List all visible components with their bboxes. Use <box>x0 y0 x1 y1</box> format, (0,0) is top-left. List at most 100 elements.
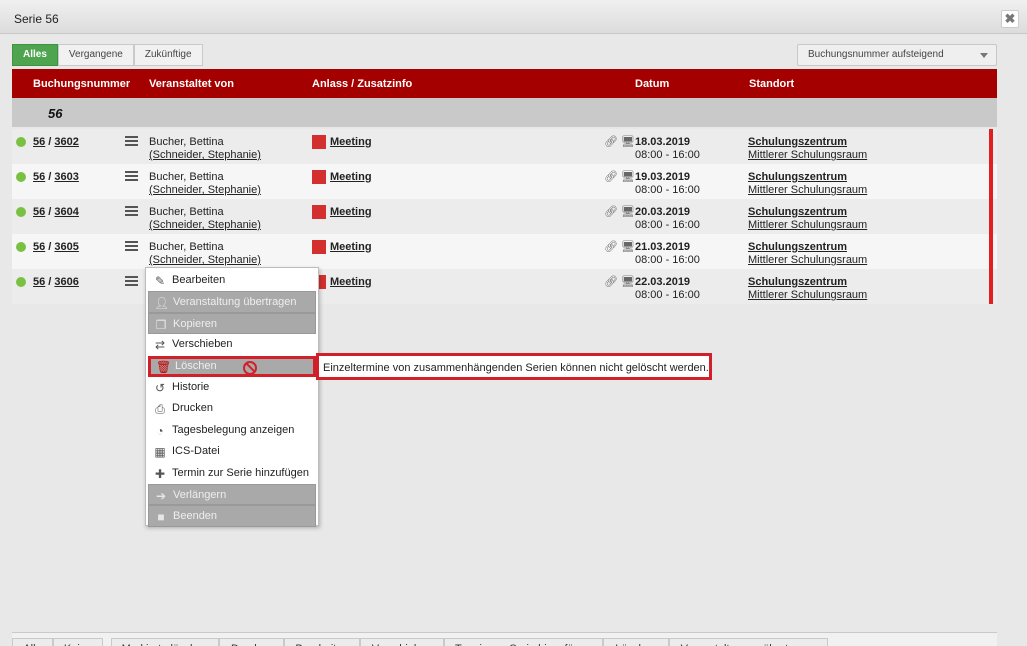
link-monitor-icons: 🔗︎ 🖥︎ <box>604 171 635 183</box>
menu-item-drucken[interactable]: ⎙ Drucken <box>148 398 316 419</box>
organizer-sub-link[interactable]: (Schneider, Stephanie) <box>149 184 261 197</box>
event-color-square <box>312 170 326 184</box>
booking-link[interactable]: 3605 <box>54 241 78 253</box>
move-button[interactable]: Verschieben <box>360 638 444 646</box>
series-link[interactable]: 56 <box>33 206 45 218</box>
link-monitor-icons: 🔗︎ 🖥︎ <box>604 241 635 253</box>
series-link[interactable]: 56 <box>33 241 45 253</box>
hamburger-menu-icon[interactable] <box>125 136 138 146</box>
organizer: Bucher, Bettina (Schneider, Stephanie) <box>149 241 261 267</box>
table-row[interactable]: 56 / 3605 Bucher, Bettina (Schneider, Ste… <box>12 234 997 269</box>
event-link[interactable]: Meeting <box>330 276 372 288</box>
event-color-square <box>312 240 326 254</box>
organizer-name: Bucher, Bettina <box>149 171 224 183</box>
menu-item-veranstaltung-uebertragen[interactable]: 👤︎ Veranstaltung übertragen <box>148 291 316 313</box>
menu-item-tagesbelegung[interactable]: ◔ Tagesbelegung anzeigen <box>148 420 316 441</box>
tab-vergangene[interactable]: Vergangene <box>57 44 134 66</box>
history-icon: ↺ <box>154 380 166 395</box>
hamburger-menu-icon[interactable] <box>125 241 138 251</box>
menu-item-ics-datei[interactable]: ▦ ICS-Datei <box>148 441 316 462</box>
table-row[interactable]: 56 / 3603 Bucher, Bettina (Schneider, Ste… <box>12 164 997 199</box>
booking-link[interactable]: 3602 <box>54 136 78 148</box>
tab-zukuenftige[interactable]: Zukünftige <box>133 44 203 66</box>
booking-number: 56 / 3602 <box>33 136 79 148</box>
event-link[interactable]: Meeting <box>330 136 372 148</box>
col-header-buchungsnummer[interactable]: Buchungsnummer <box>33 78 130 90</box>
location-link[interactable]: Schulungszentrum <box>748 206 867 219</box>
organizer-sub-link[interactable]: (Schneider, Stephanie) <box>149 254 261 267</box>
booking-link[interactable]: 3603 <box>54 171 78 183</box>
organizer: Bucher, Bettina (Schneider, Stephanie) <box>149 171 261 197</box>
room-link[interactable]: Mittlerer Schulungsraum <box>748 219 867 232</box>
organizer-name: Bucher, Bettina <box>149 206 224 218</box>
delete-marked-button[interactable]: Markierte löschen <box>111 638 219 646</box>
link-monitor-icons: 🔗︎ 🖥︎ <box>604 276 635 288</box>
status-dot-icon <box>16 277 26 287</box>
menu-item-verschieben[interactable]: ⇄ Verschieben <box>148 334 316 355</box>
location-link[interactable]: Schulungszentrum <box>748 171 867 184</box>
series-link[interactable]: 56 <box>33 136 45 148</box>
close-icon[interactable]: ✖ <box>1001 10 1019 28</box>
table-row[interactable]: 56 / 3604 Bucher, Bettina (Schneider, Ste… <box>12 199 997 234</box>
delete-button[interactable]: Löschen <box>603 638 669 646</box>
tab-alles[interactable]: Alles <box>12 44 58 66</box>
menu-item-kopieren[interactable]: ❐ Kopieren <box>148 312 316 335</box>
transfer-events-button[interactable]: Veranstaltungen übertragen <box>669 638 828 646</box>
event-link[interactable]: Meeting <box>330 171 372 183</box>
organizer-name: Bucher, Bettina <box>149 241 224 253</box>
location-link[interactable]: Schulungszentrum <box>748 241 867 254</box>
date-cell: 20.03.2019 08:00 - 16:00 <box>635 206 700 232</box>
booking-link[interactable]: 3606 <box>54 276 78 288</box>
menu-item-verlaengern[interactable]: ➔ Verlängern <box>148 483 316 506</box>
menu-item-bearbeiten[interactable]: ✎ Bearbeiten <box>148 270 316 291</box>
time-value: 08:00 - 16:00 <box>635 254 700 266</box>
menu-item-beenden[interactable]: ■ Beenden <box>148 505 316 527</box>
hamburger-menu-icon[interactable] <box>125 276 138 286</box>
hamburger-menu-icon[interactable] <box>125 206 138 216</box>
time-value: 08:00 - 16:00 <box>635 289 700 301</box>
event-link[interactable]: Meeting <box>330 241 372 253</box>
room-link[interactable]: Mittlerer Schulungsraum <box>748 184 867 197</box>
menu-item-termin-hinzufuegen[interactable]: ✚ Termin zur Serie hinzufügen <box>148 463 316 484</box>
col-header-standort[interactable]: Standort <box>749 78 794 90</box>
add-to-series-button[interactable]: Termin zur Serie hinzufügen <box>444 638 603 646</box>
room-link[interactable]: Mittlerer Schulungsraum <box>748 254 867 267</box>
col-header-veranstaltet-von[interactable]: Veranstaltet von <box>149 78 234 90</box>
event-link[interactable]: Meeting <box>330 206 372 218</box>
select-all-button[interactable]: Alle <box>12 638 53 646</box>
series-link[interactable]: 56 <box>33 171 45 183</box>
printer-icon: ⎙ <box>155 402 165 417</box>
hamburger-menu-icon[interactable] <box>125 171 138 181</box>
table-row[interactable]: 56 / 3602 Bucher, Bettina (Schneider, Ste… <box>12 129 997 164</box>
booking-number: 56 / 3605 <box>33 241 79 253</box>
print-button[interactable]: Drucken <box>219 638 284 646</box>
organizer-sub-link[interactable]: (Schneider, Stephanie) <box>149 149 261 162</box>
booking-number: 56 / 3606 <box>33 276 79 288</box>
edit-button[interactable]: Bearbeiten <box>284 638 360 646</box>
room-link[interactable]: Mittlerer Schulungsraum <box>748 289 867 302</box>
booking-number: 56 / 3604 <box>33 206 79 218</box>
copy-icon: ❐ <box>155 317 167 332</box>
sort-dropdown[interactable]: Buchungsnummer aufsteigend <box>797 44 997 66</box>
series-link[interactable]: 56 <box>33 276 45 288</box>
organizer: Bucher, Bettina (Schneider, Stephanie) <box>149 136 261 162</box>
location-cell: Schulungszentrum Mittlerer Schulungsraum <box>748 171 867 197</box>
location-link[interactable]: Schulungszentrum <box>748 276 867 289</box>
pie-chart-icon: ◔ <box>156 423 164 438</box>
location-link[interactable]: Schulungszentrum <box>748 136 867 149</box>
room-link[interactable]: Mittlerer Schulungsraum <box>748 149 867 162</box>
arrow-right-icon: ➔ <box>155 488 167 503</box>
col-header-datum[interactable]: Datum <box>635 78 669 90</box>
organizer: Bucher, Bettina (Schneider, Stephanie) <box>149 206 261 232</box>
group-label: 56 <box>48 106 63 121</box>
event: Meeting <box>312 135 372 149</box>
col-header-anlass[interactable]: Anlass / Zusatzinfo <box>312 78 412 90</box>
booking-link[interactable]: 3604 <box>54 206 78 218</box>
date-value: 20.03.2019 <box>635 206 691 218</box>
menu-item-historie[interactable]: ↺ Historie <box>148 377 316 398</box>
location-cell: Schulungszentrum Mittlerer Schulungsraum <box>748 241 867 267</box>
organizer-sub-link[interactable]: (Schneider, Stephanie) <box>149 219 261 232</box>
menu-item-loeschen[interactable]: 🗑︎ Löschen <box>148 355 316 377</box>
footer-toolbar: Alle Keine Markierte löschen Drucken Bea… <box>12 632 997 646</box>
select-none-button[interactable]: Keine <box>53 638 103 646</box>
